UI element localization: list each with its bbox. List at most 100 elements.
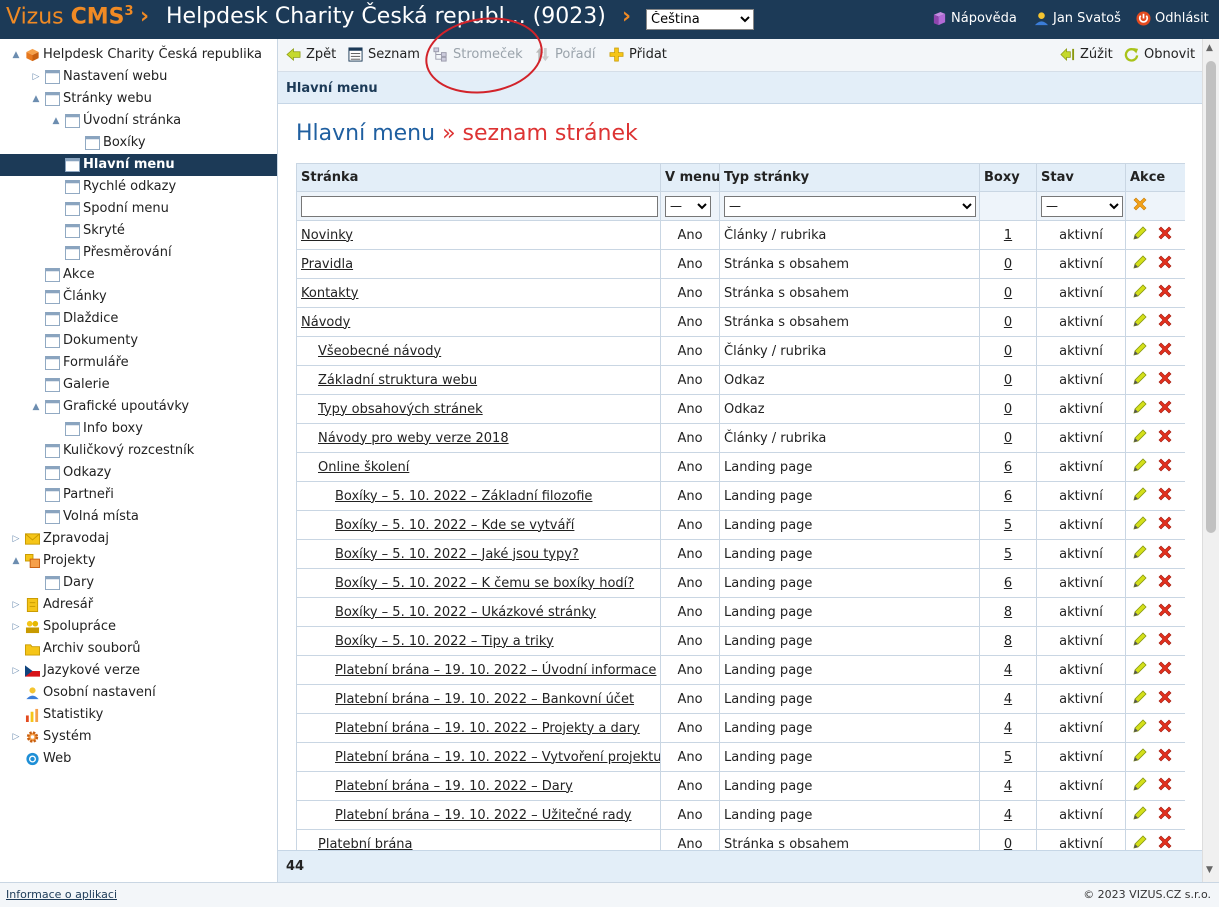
edit-pencil-icon[interactable] bbox=[1132, 254, 1148, 274]
delete-cross-icon[interactable] bbox=[1157, 428, 1173, 448]
page-link[interactable]: Návody pro weby verze 2018 bbox=[318, 431, 509, 446]
vertical-scrollbar[interactable]: ▲ ▼ bbox=[1202, 39, 1219, 882]
delete-cross-icon[interactable] bbox=[1157, 660, 1173, 680]
edit-pencil-icon[interactable] bbox=[1132, 747, 1148, 767]
sidebar-item[interactable]: Články bbox=[0, 286, 277, 308]
edit-pencil-icon[interactable] bbox=[1132, 399, 1148, 419]
page-link[interactable]: Platební brána – 19. 10. 2022 – Bankovní… bbox=[335, 692, 634, 707]
sidebar-item[interactable]: ▷ Zpravodaj bbox=[0, 528, 277, 550]
sidebar-item[interactable]: Dary bbox=[0, 572, 277, 594]
page-link[interactable]: Pravidla bbox=[301, 257, 353, 272]
expand-triangle-icon[interactable]: ▷ bbox=[10, 726, 22, 748]
expand-triangle-icon[interactable]: ▷ bbox=[10, 528, 22, 550]
sidebar-item[interactable]: Skryté bbox=[0, 220, 277, 242]
edit-pencil-icon[interactable] bbox=[1132, 834, 1148, 850]
collapse-triangle-icon[interactable]: ▲ bbox=[10, 44, 22, 66]
clear-filter-icon[interactable] bbox=[1132, 196, 1148, 212]
edit-pencil-icon[interactable] bbox=[1132, 312, 1148, 332]
sidebar-item[interactable]: Hlavní menu bbox=[0, 154, 277, 176]
expand-triangle-icon[interactable]: ▷ bbox=[10, 616, 22, 638]
filter-state-select[interactable]: — bbox=[1041, 195, 1123, 217]
page-link[interactable]: Základní struktura webu bbox=[318, 373, 477, 388]
logout-button[interactable]: Odhlásit bbox=[1136, 11, 1209, 26]
boxes-link[interactable]: 0 bbox=[1004, 837, 1012, 851]
sidebar-item[interactable]: ▲ Helpdesk Charity Česká republika bbox=[0, 44, 277, 66]
boxes-link[interactable]: 0 bbox=[1004, 431, 1012, 446]
sidebar-item[interactable]: Archiv souborů bbox=[0, 638, 277, 660]
delete-cross-icon[interactable] bbox=[1157, 573, 1173, 593]
scroll-down-arrow-icon[interactable]: ▼ bbox=[1206, 865, 1213, 875]
sidebar-item[interactable]: ▲ Grafické upoutávky bbox=[0, 396, 277, 418]
boxes-link[interactable]: 4 bbox=[1004, 779, 1012, 794]
app-info-link[interactable]: Informace o aplikaci bbox=[6, 888, 117, 901]
page-link[interactable]: Platební brána – 19. 10. 2022 – Užitečné… bbox=[335, 808, 632, 823]
page-link[interactable]: Návody bbox=[301, 315, 350, 330]
boxes-link[interactable]: 0 bbox=[1004, 344, 1012, 359]
page-link[interactable]: Boxíky – 5. 10. 2022 – Jaké jsou typy? bbox=[335, 547, 579, 562]
column-header-page[interactable]: Stránka bbox=[296, 163, 661, 192]
delete-cross-icon[interactable] bbox=[1157, 457, 1173, 477]
delete-cross-icon[interactable] bbox=[1157, 805, 1173, 825]
user-link[interactable]: Jan Svatoš bbox=[1034, 11, 1121, 26]
delete-cross-icon[interactable] bbox=[1157, 776, 1173, 796]
sidebar-item[interactable]: Dokumenty bbox=[0, 330, 277, 352]
expand-triangle-icon[interactable]: ▷ bbox=[10, 594, 22, 616]
boxes-link[interactable]: 0 bbox=[1004, 286, 1012, 301]
page-link[interactable]: Platební brána – 19. 10. 2022 – Dary bbox=[335, 779, 573, 794]
language-select[interactable]: Čeština bbox=[646, 9, 754, 30]
edit-pencil-icon[interactable] bbox=[1132, 225, 1148, 245]
delete-cross-icon[interactable] bbox=[1157, 834, 1173, 850]
sidebar-item[interactable]: Info boxy bbox=[0, 418, 277, 440]
boxes-link[interactable]: 6 bbox=[1004, 576, 1012, 591]
delete-cross-icon[interactable] bbox=[1157, 515, 1173, 535]
site-name[interactable]: Helpdesk Charity Česká republ... (9023) bbox=[166, 4, 606, 29]
edit-pencil-icon[interactable] bbox=[1132, 544, 1148, 564]
expand-triangle-icon[interactable]: ▷ bbox=[10, 660, 22, 682]
page-link[interactable]: Boxíky – 5. 10. 2022 – Základní filozofi… bbox=[335, 489, 592, 504]
boxes-link[interactable]: 0 bbox=[1004, 315, 1012, 330]
edit-pencil-icon[interactable] bbox=[1132, 515, 1148, 535]
edit-pencil-icon[interactable] bbox=[1132, 428, 1148, 448]
help-link[interactable]: Nápověda bbox=[932, 11, 1017, 26]
delete-cross-icon[interactable] bbox=[1157, 254, 1173, 274]
page-link[interactable]: Boxíky – 5. 10. 2022 – Ukázkové stránky bbox=[335, 605, 596, 620]
sidebar-item[interactable]: Formuláře bbox=[0, 352, 277, 374]
edit-pencil-icon[interactable] bbox=[1132, 457, 1148, 477]
edit-pencil-icon[interactable] bbox=[1132, 573, 1148, 593]
tree-button[interactable]: Stromeček bbox=[433, 47, 523, 62]
delete-cross-icon[interactable] bbox=[1157, 283, 1173, 303]
edit-pencil-icon[interactable] bbox=[1132, 718, 1148, 738]
delete-cross-icon[interactable] bbox=[1157, 312, 1173, 332]
boxes-link[interactable]: 8 bbox=[1004, 605, 1012, 620]
delete-cross-icon[interactable] bbox=[1157, 486, 1173, 506]
filter-type-select[interactable]: — bbox=[724, 195, 976, 217]
sidebar-item[interactable]: Přesměrování bbox=[0, 242, 277, 264]
sidebar-item[interactable]: ▲ Úvodní stránka bbox=[0, 110, 277, 132]
edit-pencil-icon[interactable] bbox=[1132, 776, 1148, 796]
column-header-type[interactable]: Typ stránky bbox=[719, 163, 980, 192]
sidebar-item[interactable]: Spodní menu bbox=[0, 198, 277, 220]
column-header-boxes[interactable]: Boxy bbox=[979, 163, 1037, 192]
narrow-button[interactable]: Zúžit bbox=[1060, 47, 1113, 62]
delete-cross-icon[interactable] bbox=[1157, 718, 1173, 738]
delete-cross-icon[interactable] bbox=[1157, 225, 1173, 245]
edit-pencil-icon[interactable] bbox=[1132, 370, 1148, 390]
collapse-triangle-icon[interactable]: ▲ bbox=[10, 550, 22, 572]
collapse-triangle-icon[interactable]: ▲ bbox=[30, 396, 42, 418]
edit-pencil-icon[interactable] bbox=[1132, 283, 1148, 303]
edit-pencil-icon[interactable] bbox=[1132, 631, 1148, 651]
boxes-link[interactable]: 6 bbox=[1004, 460, 1012, 475]
refresh-button[interactable]: Obnovit bbox=[1124, 47, 1195, 62]
boxes-link[interactable]: 4 bbox=[1004, 692, 1012, 707]
scroll-up-arrow-icon[interactable]: ▲ bbox=[1206, 43, 1213, 53]
delete-cross-icon[interactable] bbox=[1157, 399, 1173, 419]
edit-pencil-icon[interactable] bbox=[1132, 660, 1148, 680]
page-link[interactable]: Online školení bbox=[318, 460, 409, 475]
sidebar-item[interactable]: ▷ Systém bbox=[0, 726, 277, 748]
boxes-link[interactable]: 0 bbox=[1004, 373, 1012, 388]
filter-page-input[interactable] bbox=[301, 195, 658, 217]
add-button[interactable]: Přidat bbox=[609, 47, 667, 62]
page-link[interactable]: Kontakty bbox=[301, 286, 358, 301]
delete-cross-icon[interactable] bbox=[1157, 370, 1173, 390]
list-button[interactable]: Seznam bbox=[348, 47, 420, 62]
